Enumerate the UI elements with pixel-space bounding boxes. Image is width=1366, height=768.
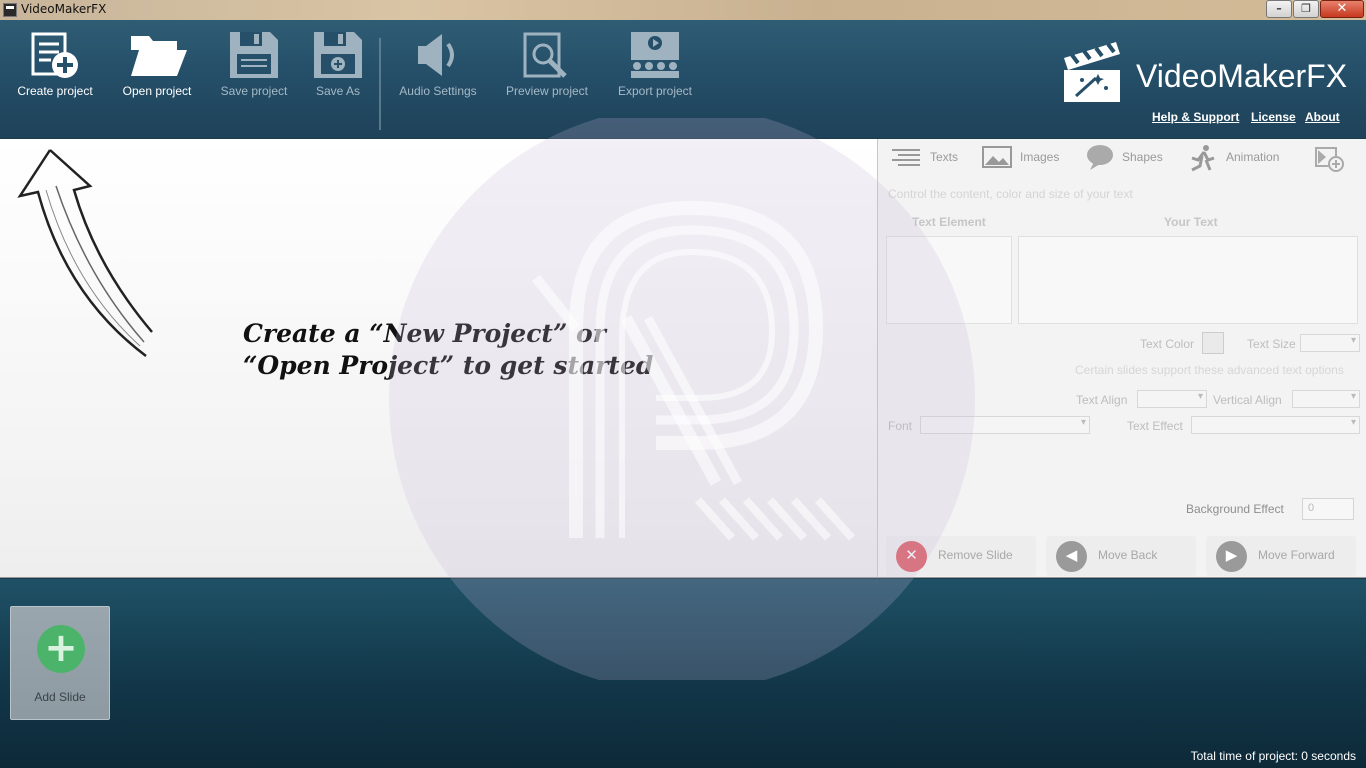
speech-bubble-icon: [1087, 145, 1113, 170]
open-project-label: Open project: [122, 84, 192, 98]
window-controls: – ❐ ✕: [1265, 0, 1364, 18]
image-icon: [982, 146, 1012, 168]
background-effect-label: Background Effect: [1186, 502, 1284, 516]
create-project-label: Create project: [17, 84, 93, 98]
brand-name: VideoMakerFX: [1136, 58, 1348, 94]
tab-texts-label: Texts: [930, 150, 959, 164]
toolbar-divider: [379, 38, 381, 130]
speaker-icon: [418, 34, 454, 76]
properties-panel: [877, 139, 1366, 578]
text-effect-label: Text Effect: [1127, 419, 1183, 433]
add-slide-button[interactable]: + Add Slide: [10, 606, 110, 720]
text-align-select[interactable]: [1137, 390, 1207, 408]
advanced-options-note: Certain slides support these advanced te…: [1075, 363, 1344, 377]
close-button[interactable]: ✕: [1320, 0, 1364, 18]
panel-description: Control the content, color and size of y…: [888, 187, 1133, 201]
close-icon: ✕: [1336, 1, 1348, 16]
clapperboard-logo-icon: [1064, 42, 1120, 102]
arrow-left-icon: ◀: [1056, 541, 1087, 572]
export-icon: [631, 32, 679, 78]
app-icon: [3, 3, 17, 17]
tab-animation[interactable]: Animation: [1188, 142, 1288, 172]
about-link[interactable]: About: [1305, 110, 1340, 124]
add-slide-label: Add Slide: [34, 690, 86, 704]
background-effect-stepper[interactable]: 0: [1302, 498, 1354, 520]
save-icon: [230, 32, 278, 78]
plus-icon: +: [37, 625, 85, 673]
preview-project-label: Preview project: [505, 84, 589, 98]
folder-open-icon: [131, 36, 187, 76]
tab-images[interactable]: Images: [980, 142, 1070, 172]
save-as-label: Save As: [315, 84, 361, 98]
move-forward-label: Move Forward: [1258, 548, 1335, 562]
save-project-button[interactable]: Save project: [216, 30, 292, 112]
create-project-icon: [31, 32, 78, 78]
text-color-label: Text Color: [1140, 337, 1195, 351]
running-man-icon: [1191, 145, 1215, 172]
save-project-label: Save project: [220, 84, 288, 98]
remove-icon: ✕: [896, 541, 927, 572]
help-support-link[interactable]: Help & Support: [1152, 110, 1239, 124]
remove-slide-button[interactable]: ✕ Remove Slide: [886, 536, 1036, 576]
getting-started-hint: Create a “New Project” or “Open Project”…: [243, 318, 653, 382]
minimize-button[interactable]: –: [1266, 0, 1292, 18]
maximize-button[interactable]: ❐: [1293, 0, 1319, 18]
minimize-icon: –: [1276, 2, 1282, 15]
export-project-button[interactable]: Export project: [612, 30, 698, 112]
remove-slide-label: Remove Slide: [938, 548, 1013, 562]
save-as-button[interactable]: Save As: [310, 30, 366, 112]
your-text-input[interactable]: [1018, 236, 1358, 324]
vertical-align-select[interactable]: [1292, 390, 1360, 408]
audio-settings-button[interactable]: Audio Settings: [394, 30, 482, 112]
text-element-list[interactable]: [886, 236, 1012, 324]
export-project-label: Export project: [617, 84, 693, 98]
tab-shapes[interactable]: Shapes: [1084, 142, 1174, 172]
preview-project-button[interactable]: Preview project: [502, 30, 592, 112]
audio-settings-label: Audio Settings: [399, 84, 477, 98]
tab-images-label: Images: [1020, 150, 1060, 164]
title-bar: VideoMakerFX – ❐ ✕: [0, 0, 1366, 20]
open-project-button[interactable]: Open project: [118, 30, 196, 112]
text-size-label: Text Size: [1247, 337, 1296, 351]
text-color-swatch[interactable]: [1202, 332, 1224, 354]
font-select[interactable]: [920, 416, 1090, 434]
create-project-button[interactable]: Create project: [14, 30, 96, 112]
text-lines-icon: [892, 149, 920, 166]
arrow-right-icon: ▶: [1216, 541, 1247, 572]
move-back-button[interactable]: ◀ Move Back: [1046, 536, 1196, 576]
text-effect-select[interactable]: [1191, 416, 1360, 434]
tab-texts[interactable]: Texts: [890, 142, 970, 172]
font-label: Font: [888, 419, 913, 433]
move-back-label: Move Back: [1098, 548, 1158, 562]
text-element-header: Text Element: [912, 215, 986, 229]
save-as-icon: [314, 32, 362, 78]
hint-line-2: “Open Project” to get started: [243, 351, 654, 380]
your-text-header: Your Text: [1164, 215, 1218, 229]
text-align-label: Text Align: [1076, 393, 1128, 407]
hint-line-1: Create a “New Project” or: [243, 319, 606, 348]
total-time-status: Total time of project: 0 seconds: [1190, 749, 1356, 763]
slide-timeline: [0, 579, 1366, 768]
text-size-select[interactable]: [1300, 334, 1360, 352]
preview-icon: [523, 32, 567, 78]
tab-shapes-label: Shapes: [1122, 150, 1163, 164]
license-link[interactable]: License: [1251, 110, 1296, 124]
tab-animation-label: Animation: [1226, 150, 1280, 164]
hint-arrow-icon: [17, 149, 153, 357]
window-title: VideoMakerFX: [21, 2, 107, 16]
move-forward-button[interactable]: ▶ Move Forward: [1206, 536, 1356, 576]
maximize-icon: ❐: [1301, 2, 1311, 15]
vertical-align-label: Vertical Align: [1213, 393, 1282, 407]
add-media-icon[interactable]: [1314, 144, 1344, 172]
